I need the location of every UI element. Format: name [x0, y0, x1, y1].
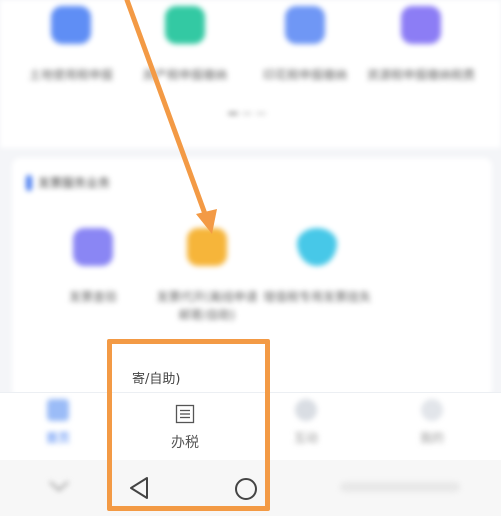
invoice-icon [187, 228, 227, 266]
service-label: 发票代开(离线申请邮寄/自助) [156, 290, 258, 322]
tab-label: 我的 [419, 431, 444, 445]
service-tile[interactable]: 增值税专用发票挂失 [262, 228, 372, 342]
section-marker [26, 174, 32, 191]
tab-home[interactable]: 首页 [18, 399, 98, 446]
service-tile[interactable]: 房产税申报缴纳 [130, 6, 240, 102]
document-icon [51, 6, 91, 44]
service-label: 房产税申报缴纳 [142, 68, 227, 82]
document-icon [165, 6, 205, 44]
service-label: 土地使用税申报 [28, 68, 113, 82]
section-title: 发票服务业务 [38, 176, 111, 190]
bottom-tab-bar: 首页 互动 我的 [0, 392, 501, 460]
partial-label-text: 寄/自助) [132, 372, 181, 387]
service-tile[interactable]: 土地使用税申报 [16, 6, 126, 102]
tab-me[interactable]: 我的 [392, 399, 472, 446]
service-tile[interactable]: 发票代开(离线申请邮寄/自助) [152, 228, 262, 342]
tab-label: 首页 [45, 431, 70, 445]
blurred-nav-element [340, 482, 460, 492]
service-label: 资源税申报缴纳税费 [366, 68, 475, 82]
invoice-section-card: 发票服务业务 发票查验 发票代开(离线申请邮寄/自助) 增值税专用发票挂失 [12, 158, 492, 398]
tab-label: 办税 [171, 435, 199, 451]
invoice-icon [73, 228, 113, 266]
service-tile[interactable]: 资源税申报缴纳税费 [366, 6, 476, 102]
service-tile[interactable]: 发票查验 [38, 228, 148, 324]
home-circle-icon[interactable] [233, 476, 259, 502]
service-label: 发票查验 [68, 290, 117, 304]
service-tile[interactable]: 印花税申报缴纳 [250, 6, 360, 102]
list-icon [175, 404, 195, 424]
document-icon [285, 6, 325, 44]
pager-dots [228, 112, 266, 115]
document-icon [401, 6, 441, 44]
back-triangle-icon[interactable] [127, 475, 151, 501]
invoice-icon [297, 228, 337, 266]
service-label: 印花税申报缴纳 [262, 68, 347, 82]
tab-consult[interactable]: 互动 [266, 399, 346, 446]
collapse-chevron-icon[interactable] [46, 478, 72, 494]
tab-tax[interactable]: 办税 [145, 404, 225, 452]
tab-label: 互动 [293, 431, 318, 445]
top-services-card: 土地使用税申报 房产税申报缴纳 印花税申报缴纳 资源税申报缴纳税费 [0, 0, 501, 148]
user-icon [421, 399, 443, 421]
section-header: 发票服务业务 [26, 174, 110, 191]
home-icon [47, 399, 69, 421]
service-label: 增值税专用发票挂失 [262, 290, 371, 304]
chat-icon [295, 399, 317, 421]
